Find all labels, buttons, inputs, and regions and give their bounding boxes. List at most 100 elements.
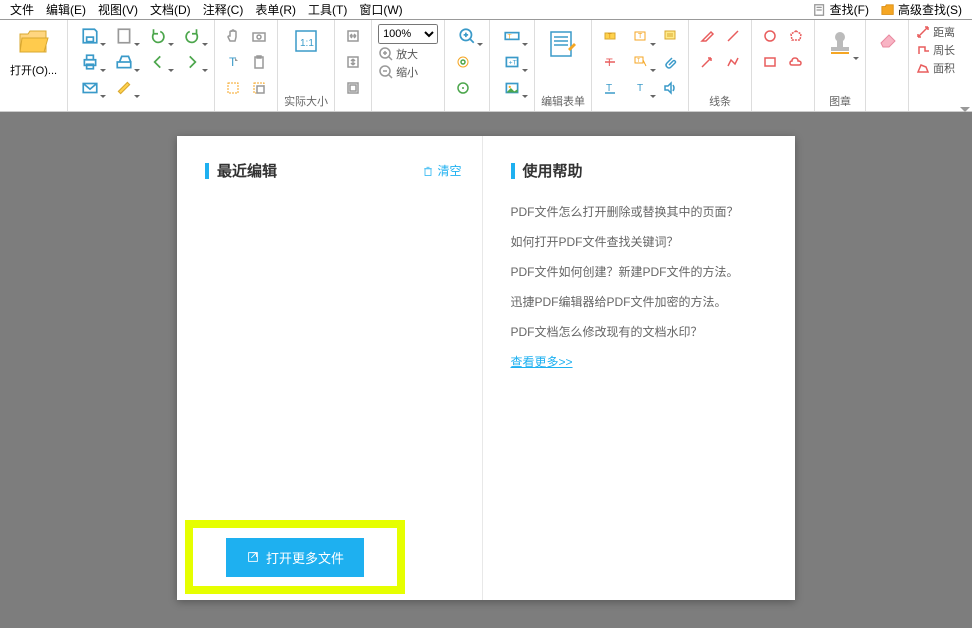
- note-button[interactable]: [658, 24, 682, 48]
- zoom-select[interactable]: 100%: [378, 24, 438, 44]
- help-item[interactable]: 迅捷PDF编辑器给PDF文件加密的方法。: [511, 287, 768, 317]
- recent-title: 最近编辑: [217, 160, 277, 181]
- text-select-tool[interactable]: T: [221, 50, 245, 74]
- pan-zoom-button[interactable]: [451, 76, 475, 100]
- menu-annotate[interactable]: 注释(C): [197, 0, 250, 20]
- group-file-ops: [68, 20, 215, 111]
- typewriter-button[interactable]: T: [624, 76, 656, 100]
- zoom-out-button[interactable]: 缩小: [378, 64, 418, 80]
- menu-find[interactable]: 查找(F): [807, 0, 875, 20]
- help-column: 使用帮助 PDF文件怎么打开删除或替换其中的页面？ 如何打开PDF文件查找关键词…: [483, 136, 768, 600]
- menu-form[interactable]: 表单(R): [249, 0, 302, 20]
- open-more-highlight: 打开更多文件: [185, 520, 405, 594]
- color-button[interactable]: [108, 76, 140, 100]
- email-button[interactable]: [74, 76, 106, 100]
- help-item[interactable]: PDF文档怎么修改现有的文档水印？: [511, 317, 768, 347]
- add-text-button[interactable]: +T: [496, 50, 528, 74]
- marquee-zoom-button[interactable]: [451, 24, 483, 48]
- menu-adv-find[interactable]: 高级查找(S): [875, 0, 968, 20]
- area-icon: [915, 60, 931, 76]
- section-mark: [511, 163, 515, 179]
- email-icon: [81, 79, 99, 97]
- help-item[interactable]: 如何打开PDF文件查找关键词？: [511, 227, 768, 257]
- camera-icon: [251, 28, 267, 44]
- callout-button[interactable]: T: [624, 50, 656, 74]
- edit-form-icon: [546, 27, 580, 61]
- hand-tool[interactable]: [221, 24, 245, 48]
- line-button[interactable]: [721, 24, 745, 48]
- svg-text:T: T: [638, 33, 643, 40]
- polygon-button[interactable]: [784, 24, 808, 48]
- help-item[interactable]: PDF文件如何创建？新建PDF文件的方法。: [511, 257, 768, 287]
- snapshot-tool[interactable]: [247, 24, 271, 48]
- polyline-button[interactable]: [721, 50, 745, 74]
- toolbar: 打开(O)...: [0, 20, 972, 112]
- back-button[interactable]: [142, 50, 174, 74]
- find-icon: [813, 3, 827, 17]
- perimeter-button[interactable]: 周长: [915, 42, 955, 58]
- stamp-button[interactable]: [821, 24, 859, 62]
- pencil-button[interactable]: [695, 24, 719, 48]
- stamp-icon: [825, 28, 855, 58]
- marquee-tool[interactable]: [221, 76, 245, 100]
- loupe-button[interactable]: [451, 50, 475, 74]
- clear-recent-link[interactable]: 清空: [422, 162, 461, 179]
- open-button[interactable]: 打开(O)...: [6, 24, 61, 80]
- sound-button[interactable]: [658, 76, 682, 100]
- loupe-icon: [455, 54, 471, 70]
- save-button[interactable]: [74, 24, 106, 48]
- fit-height-button[interactable]: [341, 50, 365, 74]
- new-button[interactable]: [108, 24, 140, 48]
- image-edit-button[interactable]: [496, 76, 528, 100]
- undo-button[interactable]: [142, 24, 174, 48]
- menu-file[interactable]: 文件: [4, 0, 40, 20]
- arrow-left-icon: [149, 53, 167, 71]
- paperclip-icon: [662, 54, 678, 70]
- help-item[interactable]: PDF文件怎么打开删除或替换其中的页面？: [511, 197, 768, 227]
- undo-icon: [149, 27, 167, 45]
- image-icon: [503, 79, 521, 97]
- menu-doc[interactable]: 文档(D): [144, 0, 197, 20]
- cloud-button[interactable]: [784, 50, 808, 74]
- clipboard-tool[interactable]: [247, 50, 271, 74]
- attach-button[interactable]: [658, 50, 682, 74]
- edit-form-button[interactable]: [543, 24, 583, 64]
- eraser-button[interactable]: [872, 24, 902, 54]
- menu-view[interactable]: 视图(V): [92, 0, 144, 20]
- fit-width-button[interactable]: [341, 24, 365, 48]
- arrow-button[interactable]: [695, 50, 719, 74]
- sound-icon: [662, 80, 678, 96]
- menu-edit[interactable]: 编辑(E): [40, 0, 92, 20]
- area-button[interactable]: 面积: [915, 60, 955, 76]
- forward-button[interactable]: [176, 50, 208, 74]
- distance-button[interactable]: 距离: [915, 24, 955, 40]
- underline-icon: T: [602, 80, 618, 96]
- fit-height-icon: [345, 54, 361, 70]
- scanner-icon: [115, 53, 133, 71]
- redo-button[interactable]: [176, 24, 208, 48]
- crop-tool[interactable]: [247, 76, 271, 100]
- group-annotate: T T T T T T: [592, 20, 689, 111]
- scan-button[interactable]: [108, 50, 140, 74]
- trash-icon: [422, 165, 434, 177]
- zoom-in-button[interactable]: 放大: [378, 46, 418, 62]
- open-more-button[interactable]: 打开更多文件: [226, 538, 364, 577]
- menu-window[interactable]: 窗口(W): [353, 0, 408, 20]
- highlight-button[interactable]: T: [598, 24, 622, 48]
- fit-page-button[interactable]: [341, 76, 365, 100]
- folder-search-icon: [881, 3, 895, 17]
- svg-text:1:1: 1:1: [300, 38, 314, 49]
- circle-button[interactable]: [758, 24, 782, 48]
- menu-tools[interactable]: 工具(T): [302, 0, 353, 20]
- text-box-button[interactable]: T: [624, 24, 656, 48]
- polygon-icon: [788, 28, 804, 44]
- print-button[interactable]: [74, 50, 106, 74]
- rect-button[interactable]: [758, 50, 782, 74]
- help-more-link[interactable]: 查看更多>>: [511, 347, 768, 377]
- strikeout-button[interactable]: T: [598, 50, 622, 74]
- underline-button[interactable]: T: [598, 76, 622, 100]
- actual-size-button[interactable]: 1:1: [289, 24, 323, 58]
- text-field-button[interactable]: T: [496, 24, 528, 48]
- highlight-icon: T: [602, 28, 618, 44]
- zoom-out-icon: [378, 64, 394, 80]
